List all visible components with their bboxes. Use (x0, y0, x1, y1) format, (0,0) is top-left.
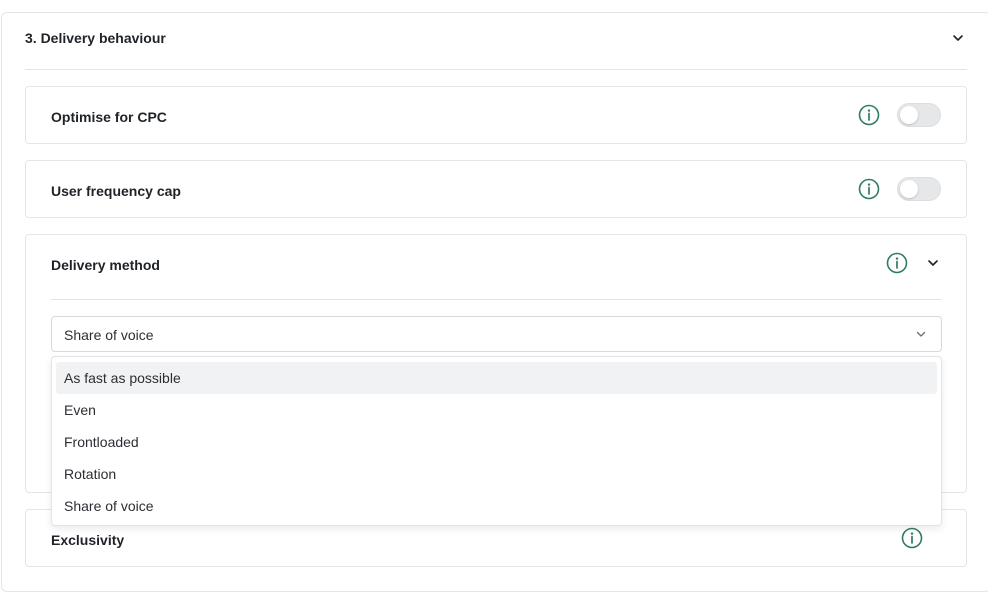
chevron-down-icon[interactable] (951, 31, 965, 45)
frequency-cap-card: User frequency cap (25, 160, 967, 218)
chevron-down-icon (916, 331, 926, 337)
section-divider (25, 69, 967, 70)
dropdown-option[interactable]: Rotation (56, 458, 937, 490)
dropdown-option[interactable]: Share of voice (56, 490, 937, 522)
delivery-method-select[interactable]: Share of voice (51, 316, 942, 352)
info-icon[interactable] (858, 104, 880, 126)
card-divider (51, 299, 942, 300)
section-header[interactable]: 3. Delivery behaviour (25, 30, 967, 70)
section-title: 3. Delivery behaviour (25, 30, 166, 46)
info-icon[interactable] (858, 178, 880, 200)
dropdown-option[interactable]: As fast as possible (56, 362, 937, 394)
frequency-cap-label: User frequency cap (51, 183, 181, 199)
select-value: Share of voice (64, 327, 154, 343)
exclusivity-label: Exclusivity (51, 532, 125, 548)
optimise-cpc-card: Optimise for CPC (25, 86, 967, 144)
chevron-down-icon[interactable] (926, 256, 940, 270)
toggle-knob (900, 106, 918, 124)
delivery-method-label: Delivery method (51, 257, 160, 273)
delivery-method-dropdown: As fast as possible Even Frontloaded Rot… (51, 356, 942, 526)
info-icon[interactable] (901, 527, 923, 549)
optimise-cpc-toggle[interactable] (897, 103, 941, 127)
optimise-cpc-label: Optimise for CPC (51, 109, 167, 125)
frequency-cap-toggle[interactable] (897, 177, 941, 201)
toggle-knob (900, 180, 918, 198)
info-icon[interactable] (886, 252, 908, 274)
dropdown-option[interactable]: Frontloaded (56, 426, 937, 458)
dropdown-option[interactable]: Even (56, 394, 937, 426)
